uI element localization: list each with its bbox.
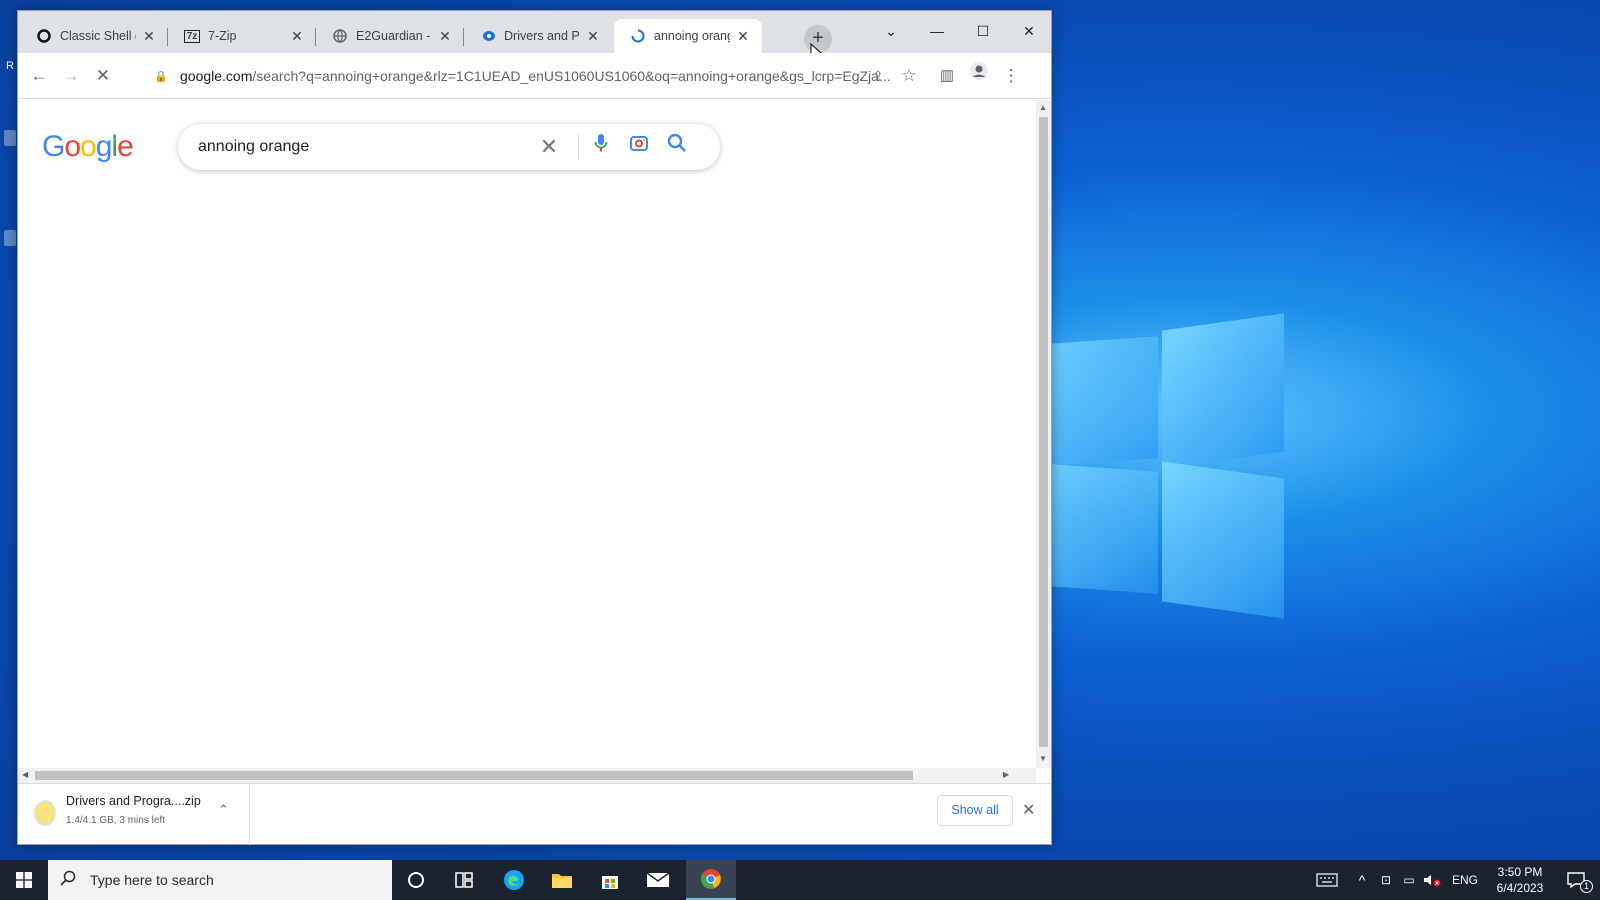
- chrome-window: Classic Shell do ✕ 7z 7-Zip ✕ E2Guardian…: [17, 10, 1052, 845]
- scrollbar-thumb[interactable]: [1039, 117, 1048, 747]
- back-button[interactable]: ←: [24, 61, 54, 91]
- google-logo-letter: G: [42, 130, 65, 163]
- tab-classic-shell[interactable]: Classic Shell do ✕: [20, 19, 168, 53]
- scroll-up-arrow-icon[interactable]: ▲: [1039, 103, 1047, 112]
- google-logo-letter: o: [64, 130, 81, 163]
- notification-count-badge: 1: [1580, 880, 1593, 893]
- close-window-button[interactable]: ✕: [1006, 16, 1052, 46]
- search-input[interactable]: [198, 138, 538, 156]
- system-clock[interactable]: 3:50 PM 6/4/2023: [1480, 864, 1560, 896]
- download-item[interactable]: Drivers and Progra....zip 1.4/4.1 GB, 3 …: [18, 784, 250, 845]
- start-button[interactable]: [0, 860, 48, 900]
- taskbar-search-placeholder: Type here to search: [90, 872, 214, 888]
- file-explorer-icon[interactable]: [538, 860, 586, 900]
- lock-icon[interactable]: 🔒: [154, 70, 168, 83]
- keyboard-icon[interactable]: [1310, 860, 1344, 900]
- vertical-scrollbar[interactable]: ▲ ▼: [1036, 100, 1051, 768]
- windows-logo: [1050, 313, 1285, 619]
- cortana-button[interactable]: [392, 860, 440, 900]
- tab-annoing-orange[interactable]: annoing orange ✕: [614, 19, 762, 53]
- chrome-taskbar-icon[interactable]: [686, 860, 736, 900]
- side-panel-icon[interactable]: ▥: [932, 61, 962, 91]
- loading-spinner-icon: [630, 28, 646, 44]
- page-content: Google ✕: [18, 100, 1036, 768]
- scroll-right-arrow-icon[interactable]: ▶: [1003, 770, 1009, 779]
- classic-shell-icon: [36, 28, 52, 44]
- clock-date: 6/4/2023: [1496, 881, 1544, 895]
- tab-title: annoing orange: [654, 29, 730, 43]
- address-bar[interactable]: 🔒 google.com/search?q=annoing+orange&rlz…: [136, 59, 892, 93]
- stop-loading-button[interactable]: ✕: [88, 61, 118, 91]
- language-indicator[interactable]: ENG: [1448, 860, 1482, 900]
- google-search-box: ✕: [178, 124, 720, 170]
- minimize-button[interactable]: —: [914, 16, 960, 46]
- network-icon[interactable]: ⊡: [1376, 860, 1396, 900]
- taskbar: Type here to search ^ ⊡ ▭ ENG 3:50 PM 6/…: [0, 860, 1600, 900]
- drivers-icon: [480, 28, 496, 44]
- download-status: 1.4/4.1 GB, 3 mins left: [66, 815, 165, 826]
- tab-search-button[interactable]: ⌄: [868, 16, 914, 46]
- globe-icon: [332, 28, 348, 44]
- tab-e2guardian[interactable]: E2Guardian - Ac ✕: [316, 19, 464, 53]
- search-icon[interactable]: [662, 132, 692, 162]
- menu-kebab-icon[interactable]: ⋮: [996, 61, 1026, 91]
- google-logo-letter: o: [80, 130, 97, 163]
- url-path: /search?q=annoing+orange&rlz=1C1UEAD_enU…: [252, 68, 891, 84]
- microsoft-store-icon[interactable]: [586, 860, 634, 900]
- forward-button[interactable]: →: [56, 61, 86, 91]
- maximize-button[interactable]: ☐: [960, 16, 1006, 46]
- clear-search-icon[interactable]: ✕: [534, 132, 564, 162]
- tab-title: Classic Shell do: [60, 29, 136, 43]
- show-hidden-icons-button[interactable]: ^: [1352, 860, 1372, 900]
- tab-strip: Classic Shell do ✕ 7z 7-Zip ✕ E2Guardian…: [18, 11, 1052, 63]
- tab-title: E2Guardian - Ac: [356, 29, 432, 43]
- tab-title: 7-Zip: [208, 29, 237, 43]
- close-tab-icon[interactable]: ✕: [436, 27, 454, 45]
- download-shelf: Drivers and Progra....zip 1.4/4.1 GB, 3 …: [18, 783, 1051, 845]
- url-host: google.com: [180, 68, 253, 84]
- close-tab-icon[interactable]: ✕: [288, 27, 306, 45]
- google-logo-letter: g: [95, 130, 113, 163]
- microphone-icon[interactable]: [586, 132, 616, 162]
- tab-drivers[interactable]: Drivers and Pro ✕: [464, 19, 612, 53]
- scroll-down-arrow-icon[interactable]: ▼: [1039, 754, 1047, 763]
- browser-toolbar: ← → ✕ 🔒 google.com/search?q=annoing+oran…: [18, 53, 1051, 99]
- google-logo-letter: e: [117, 130, 134, 163]
- taskbar-search-box[interactable]: Type here to search: [48, 860, 392, 900]
- share-icon[interactable]: ⇪: [863, 61, 893, 91]
- profile-avatar-icon[interactable]: [964, 61, 994, 91]
- task-view-button[interactable]: [440, 860, 488, 900]
- chevron-up-icon[interactable]: ⌃: [218, 802, 229, 818]
- scrollbar-thumb[interactable]: [35, 771, 913, 780]
- desktop-icon[interactable]: [4, 130, 16, 146]
- action-center-button[interactable]: 1: [1556, 860, 1596, 900]
- mail-icon[interactable]: [634, 860, 682, 900]
- download-filename: Drivers and Progra....zip: [66, 794, 201, 808]
- windows-start-icon: [16, 872, 32, 888]
- close-tab-icon[interactable]: ✕: [734, 27, 752, 45]
- zip-file-icon: [34, 800, 56, 826]
- 7zip-icon: 7z: [184, 29, 200, 43]
- google-logo[interactable]: Google: [42, 130, 134, 164]
- scroll-left-arrow-icon[interactable]: ◀: [22, 770, 28, 779]
- bookmark-star-icon[interactable]: ☆: [894, 61, 924, 91]
- tab-7zip[interactable]: 7z 7-Zip ✕: [168, 19, 316, 53]
- tab-title: Drivers and Pro: [504, 29, 580, 43]
- edge-browser-icon[interactable]: [490, 860, 538, 900]
- close-download-shelf-icon[interactable]: ✕: [1022, 800, 1035, 820]
- clock-time: 3:50 PM: [1497, 865, 1543, 879]
- display-icon[interactable]: ▭: [1398, 860, 1420, 900]
- divider: [578, 134, 579, 160]
- close-tab-icon[interactable]: ✕: [140, 27, 158, 45]
- volume-muted-icon[interactable]: [1420, 860, 1444, 900]
- search-icon: [60, 870, 76, 890]
- lens-camera-icon[interactable]: [624, 132, 654, 162]
- horizontal-scrollbar[interactable]: ◀ ▶: [18, 768, 1036, 783]
- desktop-icon[interactable]: [4, 230, 16, 246]
- desktop-icons[interactable]: [0, 55, 18, 315]
- close-tab-icon[interactable]: ✕: [584, 27, 602, 45]
- show-all-button[interactable]: Show all: [937, 795, 1013, 826]
